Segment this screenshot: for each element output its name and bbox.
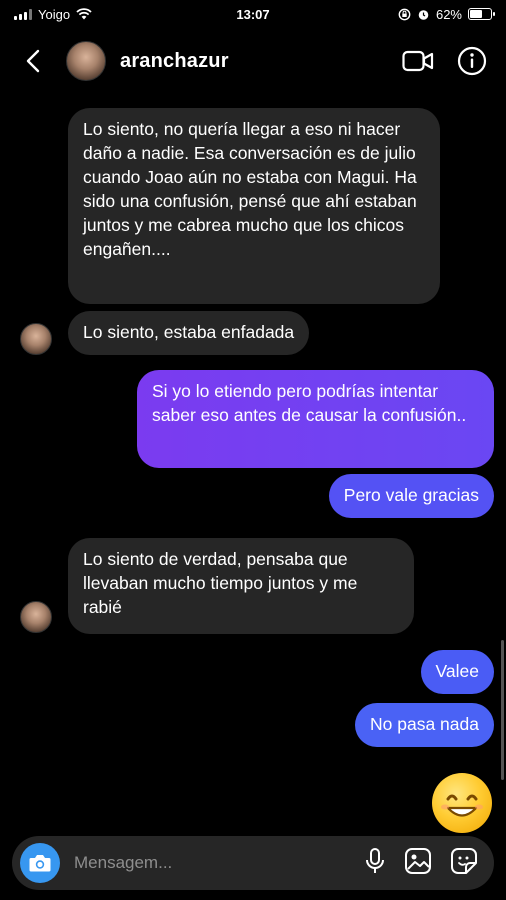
message-composer [12,836,494,890]
alarm-icon [418,9,429,20]
sticker-icon[interactable] [450,847,478,880]
smiling-face-emoji-icon[interactable] [432,773,492,833]
message-input[interactable] [74,853,364,873]
wifi-icon [76,8,92,20]
message-text: Pero vale gracias [343,485,479,505]
message-text: No pasa nada [370,714,479,734]
info-icon[interactable] [456,45,488,77]
message-bubble-outgoing[interactable]: Valee [420,650,494,694]
rotation-lock-icon [398,8,411,20]
back-icon[interactable] [18,46,48,76]
smile-face-icon [441,794,483,817]
message-bubble-incoming[interactable]: Lo siento, no quería llegar a eso ni hac… [68,108,440,304]
battery-fill [470,10,483,18]
status-left: Yoigo [14,7,92,22]
microphone-icon[interactable] [364,847,386,880]
cellular-signal-icon [14,8,32,20]
gallery-icon[interactable] [404,847,432,880]
message-bubble-incoming[interactable]: Lo siento de verdad, pensaba que llevaba… [68,538,414,634]
battery-icon [468,8,495,20]
status-bar: Yoigo 13:07 62% [0,0,506,28]
message-text: Lo siento de verdad, pensaba que llevaba… [83,549,358,617]
chat-header: aranchazur [0,30,506,92]
message-bubble-outgoing[interactable]: Pero vale gracias [328,474,494,518]
composer-actions [364,847,478,880]
message-bubble-outgoing[interactable]: Si yo lo etiendo pero podrías intentar s… [137,370,494,468]
battery-percentage: 62% [435,6,462,22]
camera-icon[interactable] [20,843,60,883]
message-text: Lo siento, no quería llegar a eso ni hac… [83,119,417,259]
message-text: Valee [435,661,479,681]
message-bubble-outgoing[interactable]: No pasa nada [355,703,494,747]
message-bubble-incoming[interactable]: Lo siento, estaba enfadada [68,311,310,355]
message-text: Si yo lo etiendo pero podrías intentar s… [152,381,467,425]
sender-avatar[interactable] [20,601,52,633]
sender-avatar[interactable] [20,323,52,355]
message-text: Lo siento, estaba enfadada [83,322,295,342]
contact-username[interactable]: aranchazur [120,50,229,73]
header-actions [402,45,488,77]
video-call-icon[interactable] [402,45,434,77]
clock: 13:07 [236,6,270,22]
contact-avatar[interactable] [66,41,106,81]
status-right: 62% [398,6,495,22]
scrollbar[interactable] [501,640,504,780]
carrier-name: Yoigo [38,6,71,22]
